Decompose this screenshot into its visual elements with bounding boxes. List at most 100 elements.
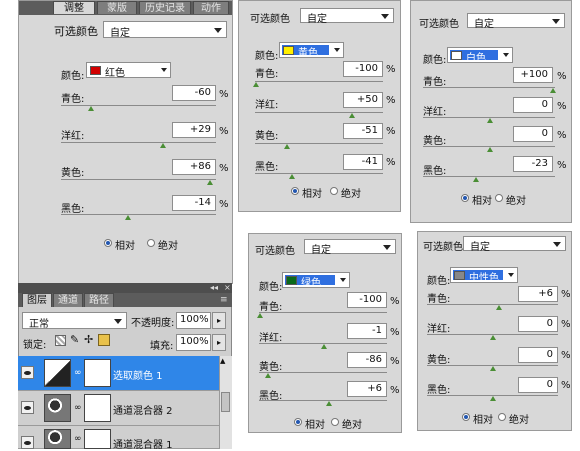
black-slider-track[interactable] [423, 176, 555, 177]
yellow-input[interactable]: -51 [343, 123, 383, 139]
magenta-slider-thumb[interactable] [349, 113, 355, 118]
relative-radio[interactable] [291, 187, 299, 195]
magenta-slider-thumb[interactable] [490, 335, 496, 340]
cyan-slider-track[interactable] [61, 105, 216, 106]
tab-masks[interactable]: 蒙版 [97, 1, 137, 14]
eye-icon[interactable] [21, 366, 34, 379]
magenta-slider-thumb[interactable] [321, 344, 327, 349]
yellow-slider-track[interactable] [255, 143, 383, 144]
fill-arrow-icon[interactable]: ▸ [212, 334, 226, 351]
black-slider-track[interactable] [61, 214, 216, 215]
absolute-radio[interactable] [330, 187, 338, 195]
close-icon[interactable]: × [224, 283, 231, 293]
absolute-radio[interactable] [498, 413, 506, 421]
yellow-slider-track[interactable] [61, 179, 216, 180]
opacity-input[interactable]: 100% [176, 312, 211, 329]
tab-actions[interactable]: 动作 [193, 1, 229, 14]
chain-link-icon[interactable]: ∞ [74, 403, 82, 413]
color-dropdown[interactable]: 白色 [447, 47, 513, 64]
fill-input[interactable]: 100% [176, 334, 211, 351]
preset-dropdown[interactable]: 自定 [463, 236, 566, 253]
magenta-slider-track[interactable] [255, 112, 383, 113]
layer-row[interactable]: ∞ 选取颜色 1 [18, 356, 232, 391]
magenta-input[interactable]: 0 [513, 97, 553, 113]
black-slider-track[interactable] [259, 400, 387, 401]
layer-row[interactable]: ∞ 通道混合器 1 [18, 426, 232, 451]
absolute-radio[interactable] [495, 194, 503, 202]
cyan-slider-track[interactable] [259, 312, 387, 313]
preset-dropdown[interactable]: 自定 [300, 8, 394, 25]
layer-row[interactable]: ∞ 通道混合器 2 [18, 391, 232, 426]
tab-adjustments[interactable]: 调整 [53, 1, 95, 14]
eye-icon[interactable] [21, 436, 34, 449]
yellow-input[interactable]: 0 [518, 347, 558, 363]
tab-history[interactable]: 历史记录 [139, 1, 191, 14]
absolute-radio[interactable] [331, 418, 339, 426]
tab-layers[interactable]: 图层 [22, 293, 52, 307]
magenta-input[interactable]: +29 [172, 122, 216, 138]
scroll-thumb[interactable] [221, 392, 230, 412]
magenta-input[interactable]: +50 [343, 92, 383, 108]
cyan-input[interactable]: +6 [518, 286, 558, 302]
tab-channels[interactable]: 通道 [53, 293, 83, 307]
chain-link-icon[interactable]: ∞ [74, 368, 82, 378]
relative-radio[interactable] [294, 418, 302, 426]
lock-icon[interactable] [98, 334, 110, 346]
move-icon[interactable]: ✢ [84, 333, 93, 346]
chain-link-icon[interactable]: ∞ [74, 434, 82, 444]
color-dropdown[interactable]: 黄色 [279, 42, 344, 59]
absolute-radio[interactable] [147, 239, 155, 247]
yellow-input[interactable]: 0 [513, 126, 553, 142]
relative-radio[interactable] [104, 239, 112, 247]
panel-menu-icon[interactable]: ≡ [220, 294, 228, 306]
black-slider-thumb[interactable] [490, 396, 496, 401]
cyan-slider-thumb[interactable] [550, 88, 556, 93]
cyan-slider-thumb[interactable] [496, 305, 502, 310]
black-input[interactable]: -23 [513, 156, 553, 172]
black-slider-track[interactable] [255, 173, 383, 174]
opacity-arrow-icon[interactable]: ▸ [212, 312, 226, 329]
relative-radio[interactable] [462, 413, 470, 421]
magenta-slider-thumb[interactable] [487, 118, 493, 123]
cyan-input[interactable]: +100 [513, 67, 553, 83]
cyan-slider-track[interactable] [255, 81, 383, 82]
yellow-slider-thumb[interactable] [207, 180, 213, 185]
cyan-slider-track[interactable] [427, 304, 558, 305]
yellow-slider-thumb[interactable] [284, 144, 290, 149]
cyan-slider-thumb[interactable] [253, 82, 259, 87]
brush-icon[interactable]: ✎ [70, 333, 79, 346]
black-slider-thumb[interactable] [289, 174, 295, 179]
color-dropdown[interactable]: 红色 [86, 62, 171, 79]
magenta-slider-thumb[interactable] [160, 143, 166, 148]
cyan-input[interactable]: -60 [172, 85, 216, 101]
blend-mode-dropdown[interactable]: 正常 [22, 312, 127, 330]
yellow-input[interactable]: +86 [172, 159, 216, 175]
cyan-input[interactable]: -100 [347, 292, 387, 308]
eye-icon[interactable] [21, 401, 34, 414]
magenta-input[interactable]: 0 [518, 316, 558, 332]
black-input[interactable]: -14 [172, 195, 216, 211]
scroll-up-icon[interactable]: ▲ [220, 357, 225, 365]
lock-transparency-icon[interactable] [55, 335, 66, 346]
relative-radio[interactable] [461, 194, 469, 202]
black-slider-thumb[interactable] [326, 401, 332, 406]
collapse-icon[interactable]: ◂◂ [210, 283, 218, 293]
cyan-input[interactable]: -100 [343, 61, 383, 77]
yellow-slider-thumb[interactable] [265, 373, 271, 378]
preset-dropdown[interactable]: 自定 [467, 13, 565, 30]
yellow-slider-thumb[interactable] [490, 366, 496, 371]
yellow-input[interactable]: -86 [347, 352, 387, 368]
preset-dropdown[interactable]: 自定 [103, 21, 227, 39]
color-dropdown[interactable]: 中性色 [450, 267, 518, 284]
cyan-slider-thumb[interactable] [88, 106, 94, 111]
magenta-slider-track[interactable] [61, 142, 216, 143]
yellow-slider-track[interactable] [259, 372, 387, 373]
black-input[interactable]: +6 [347, 381, 387, 397]
black-input[interactable]: -41 [343, 154, 383, 170]
magenta-input[interactable]: -1 [347, 323, 387, 339]
black-slider-thumb[interactable] [125, 215, 131, 220]
color-dropdown[interactable]: 绿色 [282, 272, 350, 289]
black-slider-thumb[interactable] [473, 177, 479, 182]
black-input[interactable]: 0 [518, 377, 558, 393]
cyan-slider-thumb[interactable] [257, 313, 263, 318]
